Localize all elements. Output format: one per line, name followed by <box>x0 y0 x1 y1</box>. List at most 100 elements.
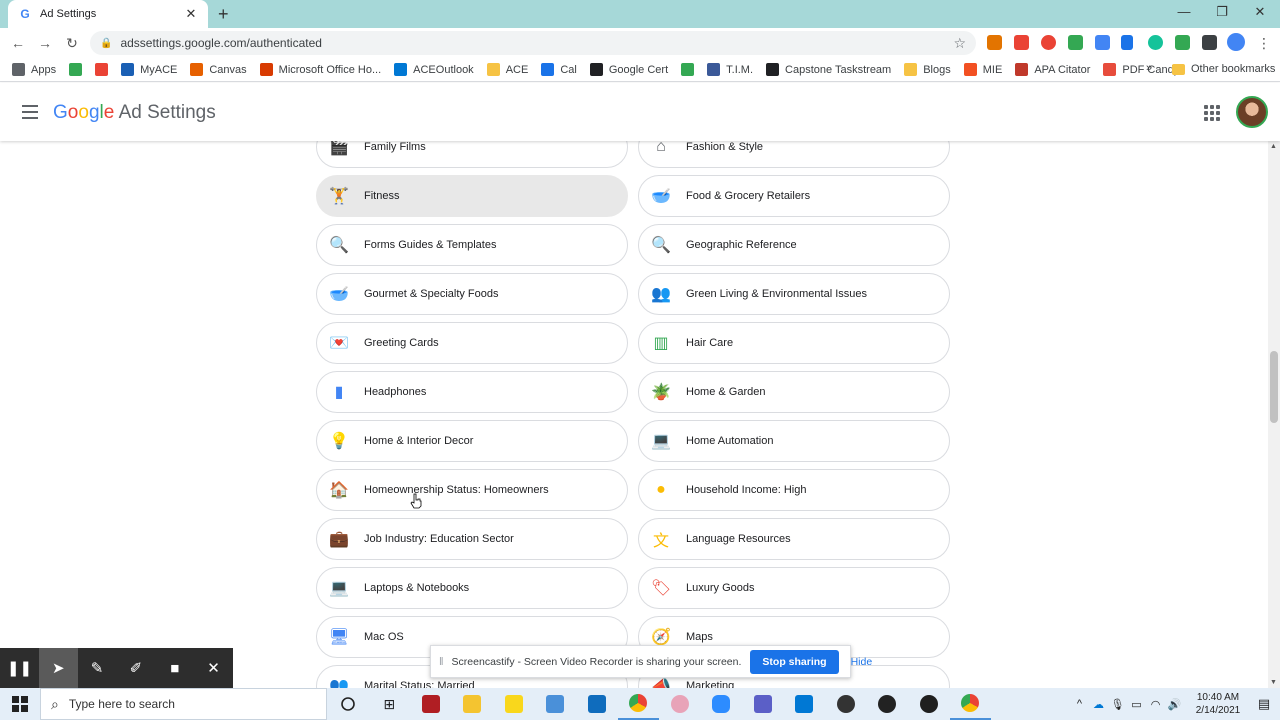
more-bookmarks-button[interactable]: » <box>1146 62 1152 74</box>
bookmark-item[interactable]: MyACE <box>121 63 177 76</box>
mail-icon[interactable] <box>576 688 618 720</box>
hide-button[interactable]: Hide <box>851 656 873 668</box>
puzzle-extensions-icon[interactable] <box>1202 35 1217 50</box>
bookmark-item[interactable]: Microsoft Office Ho... <box>259 63 381 76</box>
topic-chip[interactable]: 🎬 Family Films <box>316 141 628 168</box>
topic-chip[interactable]: 💌 Greeting Cards <box>316 322 628 364</box>
file-explorer-icon[interactable] <box>452 688 494 720</box>
taskbar-clock[interactable]: 10:40 AM 2/14/2021 <box>1188 691 1248 717</box>
app-icon[interactable] <box>908 688 950 720</box>
cortana-icon[interactable] <box>327 688 369 720</box>
close-window-button[interactable]: ✕ <box>1252 4 1268 20</box>
tab-close-icon[interactable]: ✕ <box>184 6 198 22</box>
close-toolbar-icon[interactable]: ✕ <box>194 648 233 688</box>
extension-icon[interactable] <box>1121 35 1133 50</box>
highlighter-tool-icon[interactable]: ✐ <box>116 648 155 688</box>
battery-icon[interactable]: ▭ <box>1127 698 1146 711</box>
camera-icon[interactable]: ■ <box>155 648 194 688</box>
stop-sharing-button[interactable]: Stop sharing <box>750 649 839 674</box>
profile-icon[interactable] <box>1227 33 1245 51</box>
bookmark-item[interactable] <box>69 63 83 76</box>
topic-chip[interactable]: 文 Language Resources <box>638 518 950 560</box>
microphone-icon[interactable]: 🎙 <box>1108 698 1127 711</box>
restore-button[interactable]: ❐ <box>1214 4 1230 20</box>
bookmark-item[interactable] <box>681 63 695 76</box>
other-bookmarks-folder[interactable]: Other bookmarks <box>1172 63 1275 75</box>
chrome-profile-icon[interactable] <box>949 688 991 720</box>
outlook-icon[interactable] <box>784 688 826 720</box>
topic-chip[interactable]: ▮ Headphones <box>316 371 628 413</box>
teams-icon[interactable] <box>742 688 784 720</box>
gmail-extension-icon[interactable] <box>1014 35 1029 50</box>
bookmark-item[interactable]: Google Cert <box>589 63 668 76</box>
extension-icon[interactable] <box>1175 35 1190 50</box>
bookmark-item[interactable]: APA Citator <box>1015 63 1090 76</box>
topic-chip[interactable]: 💻 Laptops & Notebooks <box>316 567 628 609</box>
bookmark-item[interactable]: Capstone Taskstream <box>766 63 891 76</box>
taskbar-search-input[interactable]: ⌕ Type here to search <box>40 688 327 720</box>
topic-chip[interactable]: 🏠 Homeownership Status: Homeowners <box>316 469 628 511</box>
topic-chip[interactable]: 💼 Job Industry: Education Sector <box>316 518 628 560</box>
snipping-tool-icon[interactable] <box>659 688 701 720</box>
page-scrollbar[interactable]: ▲ ▼ <box>1268 141 1280 688</box>
notifications-icon[interactable]: ▤ <box>1248 696 1280 712</box>
windows-start-icon[interactable] <box>0 688 40 720</box>
drive-extension-icon[interactable] <box>1068 35 1083 50</box>
grammarly-extension-icon[interactable] <box>1148 35 1163 50</box>
pen-tool-icon[interactable]: ✎ <box>78 648 117 688</box>
topic-chip[interactable]: ⌂ Fashion & Style <box>638 141 950 168</box>
kebab-menu-icon[interactable]: ⋮ <box>1255 34 1273 52</box>
topic-chip[interactable]: 🪴 Home & Garden <box>638 371 950 413</box>
minimize-button[interactable]: — <box>1176 4 1192 19</box>
bookmark-item[interactable]: T.I.M. <box>707 63 753 76</box>
bookmark-item[interactable]: ACEOutlook <box>394 63 474 76</box>
sticky-notes-icon[interactable] <box>493 688 535 720</box>
app-icon[interactable] <box>410 688 452 720</box>
topic-chip[interactable]: 💡 Home & Interior Decor <box>316 420 628 462</box>
topic-chip[interactable]: 👥 Green Living & Environmental Issues <box>638 273 950 315</box>
browser-tab[interactable]: G Ad Settings ✕ <box>8 0 208 28</box>
bookmark-item[interactable]: Cal <box>541 63 577 76</box>
extension-icon[interactable] <box>1095 35 1110 50</box>
scroll-thumb[interactable] <box>1270 351 1278 423</box>
app-icon[interactable] <box>825 688 867 720</box>
topic-chip[interactable]: 🔍 Forms Guides & Templates <box>316 224 628 266</box>
topic-chip[interactable]: 🏋 Fitness <box>316 175 628 217</box>
google-ad-settings-logo[interactable]: Google Ad Settings <box>53 102 216 124</box>
new-tab-button[interactable]: + <box>218 4 234 25</box>
google-apps-icon[interactable] <box>1204 105 1220 121</box>
chrome-icon[interactable] <box>617 688 659 720</box>
bookmark-item[interactable]: Canvas <box>190 63 247 76</box>
topic-chip[interactable]: 💻 Home Automation <box>638 420 950 462</box>
back-arrow-icon[interactable]: ← <box>9 34 27 52</box>
forward-arrow-icon[interactable]: → <box>36 34 54 52</box>
account-avatar[interactable] <box>1236 96 1268 128</box>
zoom-icon[interactable] <box>701 688 743 720</box>
pause-icon[interactable]: ❚❚ <box>0 648 39 688</box>
bookmark-item[interactable]: MIE <box>963 63 1002 76</box>
topic-chip[interactable]: 🥣 Gourmet & Specialty Foods <box>316 273 628 315</box>
extension-icon[interactable] <box>987 35 1002 50</box>
drag-handle-icon[interactable]: ‖ <box>439 656 444 668</box>
topic-chip[interactable]: 🏷 Luxury Goods <box>638 567 950 609</box>
wifi-icon[interactable]: ◠ <box>1146 698 1165 711</box>
chevron-up-icon[interactable]: ^ <box>1070 698 1089 710</box>
reload-icon[interactable]: ↻ <box>63 34 81 52</box>
scroll-down-arrow-icon[interactable]: ▼ <box>1270 679 1277 686</box>
onedrive-icon[interactable]: ☁ <box>1089 698 1108 711</box>
volume-icon[interactable]: 🔊 <box>1165 698 1184 711</box>
bookmark-star-icon[interactable]: ☆ <box>953 35 966 52</box>
scroll-up-arrow-icon[interactable]: ▲ <box>1270 143 1277 150</box>
bookmark-item[interactable]: Blogs <box>904 63 951 76</box>
topic-chip[interactable]: 🥣 Food & Grocery Retailers <box>638 175 950 217</box>
topic-chip[interactable]: ● Household Income: High <box>638 469 950 511</box>
bookmark-item[interactable]: Apps <box>12 63 56 76</box>
app-icon[interactable] <box>535 688 577 720</box>
bookmark-item[interactable] <box>95 63 109 76</box>
topic-chip[interactable]: 🔍 Geographic Reference <box>638 224 950 266</box>
topic-chip[interactable]: ▥ Hair Care <box>638 322 950 364</box>
url-text[interactable]: adssettings.google.com/authenticated <box>120 36 953 50</box>
extension-icon[interactable] <box>1041 35 1056 50</box>
task-view-icon[interactable]: ⊞ <box>369 688 411 720</box>
xbox-icon[interactable] <box>867 688 909 720</box>
